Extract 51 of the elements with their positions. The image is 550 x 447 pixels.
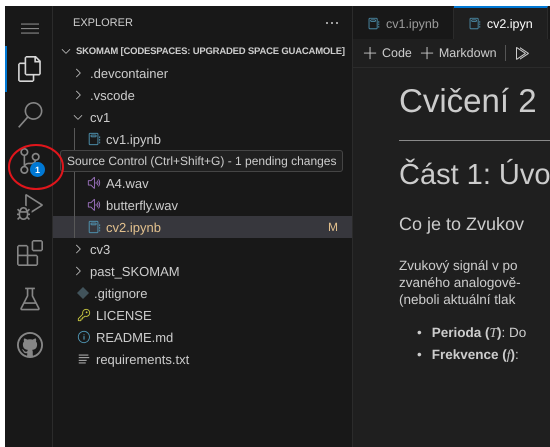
modified-status: M xyxy=(328,220,338,234)
speaker-icon xyxy=(87,176,101,190)
github-icon xyxy=(16,332,42,358)
file-row[interactable]: LICENSE xyxy=(53,304,352,326)
notebook-icon xyxy=(87,220,101,234)
folder-row[interactable]: .vscode xyxy=(53,84,352,106)
circle-annotation xyxy=(7,143,65,191)
key-icon xyxy=(77,308,91,322)
paragraph-line: (neboli aktuální tlak xyxy=(399,291,516,308)
bullet-marker: • xyxy=(417,346,422,364)
notebook-icon xyxy=(468,17,481,30)
notebook-icon xyxy=(87,132,101,146)
file-row[interactable]: README.md xyxy=(53,326,352,348)
add-cell-button[interactable]: Markdown xyxy=(420,46,497,60)
bullet-text: Frekvence (f): xyxy=(432,346,519,364)
tooltip: Source Control (Ctrl+Shift+G) - 1 pending changes xyxy=(60,150,344,172)
files-icon xyxy=(16,56,42,82)
source-control-button[interactable]: 1 xyxy=(5,138,52,184)
editor-tab[interactable]: cv2.ipyn xyxy=(454,6,548,39)
file-row[interactable]: .gitignore xyxy=(53,282,352,304)
count-badge: 1 xyxy=(30,162,45,177)
folder-row[interactable]: past_SKOMAM xyxy=(53,260,352,282)
explorer-title: EXPLORER xyxy=(73,17,133,29)
speaker-icon xyxy=(87,198,101,212)
file-row[interactable]: cv1.ipynb xyxy=(53,128,352,150)
paragraph-line: Zvukový signál v po xyxy=(399,257,519,274)
paragraph-line: zvaného analogově- xyxy=(399,274,522,291)
file-row[interactable]: butterfly.wav xyxy=(53,194,352,216)
folder-row[interactable]: .devcontainer xyxy=(53,62,352,84)
add-cell-button[interactable]: Code xyxy=(363,46,412,60)
file-row[interactable]: cv2.ipynb M xyxy=(53,216,352,238)
info-icon xyxy=(77,330,91,344)
file-row[interactable]: requirements.txt xyxy=(53,348,352,370)
folder-row[interactable]: cv1 xyxy=(53,106,352,128)
run-all-icon[interactable] xyxy=(514,45,530,61)
workspace-root-label[interactable]: SKOMAM [CODESPACES: UPGRADED SPACE GUACAMOLE] xyxy=(76,46,345,56)
bullet-marker: • xyxy=(417,324,422,342)
notebook-heading: Cvičení 2 xyxy=(399,82,550,141)
extensions-icon xyxy=(16,240,42,266)
subsection-heading: Co je to Zvukov xyxy=(399,214,526,235)
run-debug-icon xyxy=(16,194,42,220)
section-heading: Část 1: Úvo xyxy=(399,159,550,192)
file-row[interactable]: A4.wav xyxy=(53,172,352,194)
bullet-text: Perioda (T): Do xyxy=(432,324,526,342)
plus-icon xyxy=(420,46,435,60)
notebook-icon xyxy=(367,17,380,30)
search-icon xyxy=(16,102,42,128)
plus-icon xyxy=(363,46,378,60)
diamond-icon xyxy=(77,287,89,299)
folder-row[interactable]: cv3 xyxy=(53,238,352,260)
lines-icon xyxy=(77,352,91,366)
